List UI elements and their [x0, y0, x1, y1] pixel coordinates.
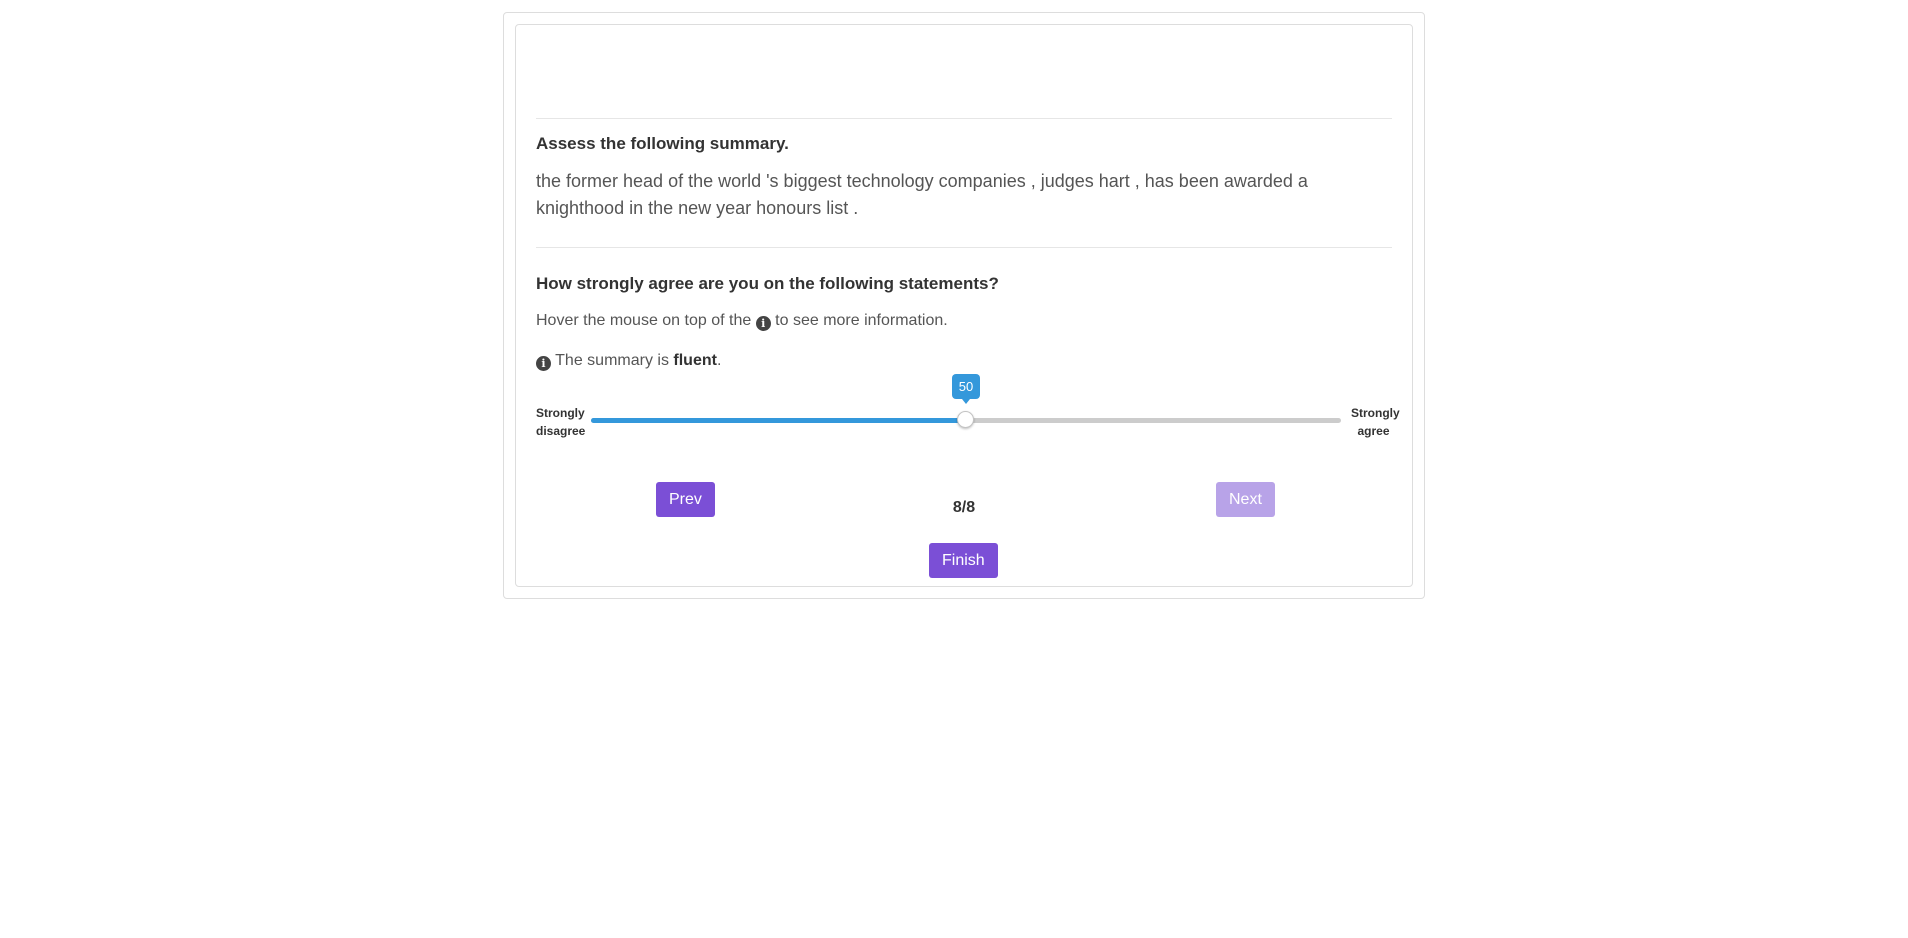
middle-divider — [536, 247, 1392, 248]
finish-button[interactable]: Finish — [929, 543, 998, 578]
survey-card: Assess the following summary. the former… — [515, 24, 1413, 587]
survey-panel: Assess the following summary. the former… — [503, 12, 1425, 599]
min-label-line2: disagree — [536, 424, 586, 438]
agreement-slider[interactable]: 50 — [591, 374, 1341, 428]
max-label-line1: Strongly — [1351, 406, 1400, 420]
info-circle-icon[interactable]: i — [755, 316, 771, 331]
info-circle-icon[interactable]: i — [536, 356, 551, 371]
hover-hint-before: Hover the mouse on top of the — [536, 312, 752, 329]
statement-suffix: . — [716, 352, 722, 369]
statement-keyword: fluent — [673, 352, 717, 369]
max-scale-label: Strongly agree — [1351, 404, 1400, 440]
top-divider — [536, 118, 1392, 119]
hover-hint: Hover the mouse on top of the i to see m… — [536, 312, 948, 331]
slider-handle[interactable] — [957, 411, 974, 428]
slider-fill — [591, 418, 966, 423]
min-label-line1: Strongly — [536, 406, 585, 420]
statement-fluent: i The summary is fluent. — [536, 352, 721, 371]
summary-heading: Assess the following summary. — [536, 134, 789, 153]
max-label-line2: agree — [1357, 424, 1390, 438]
prev-button[interactable]: Prev — [656, 482, 715, 517]
summary-text: the former head of the world 's biggest … — [536, 171, 1308, 218]
hover-hint-after: to see more information. — [775, 312, 948, 329]
min-scale-label: Strongly disagree — [536, 404, 585, 440]
next-button[interactable]: Next — [1216, 482, 1275, 517]
question-heading: How strongly agree are you on the follow… — [536, 274, 999, 293]
statement-prefix: The summary is — [555, 352, 669, 369]
slider-value-bubble: 50 — [952, 374, 980, 404]
page-indicator: 8/8 — [952, 499, 976, 516]
